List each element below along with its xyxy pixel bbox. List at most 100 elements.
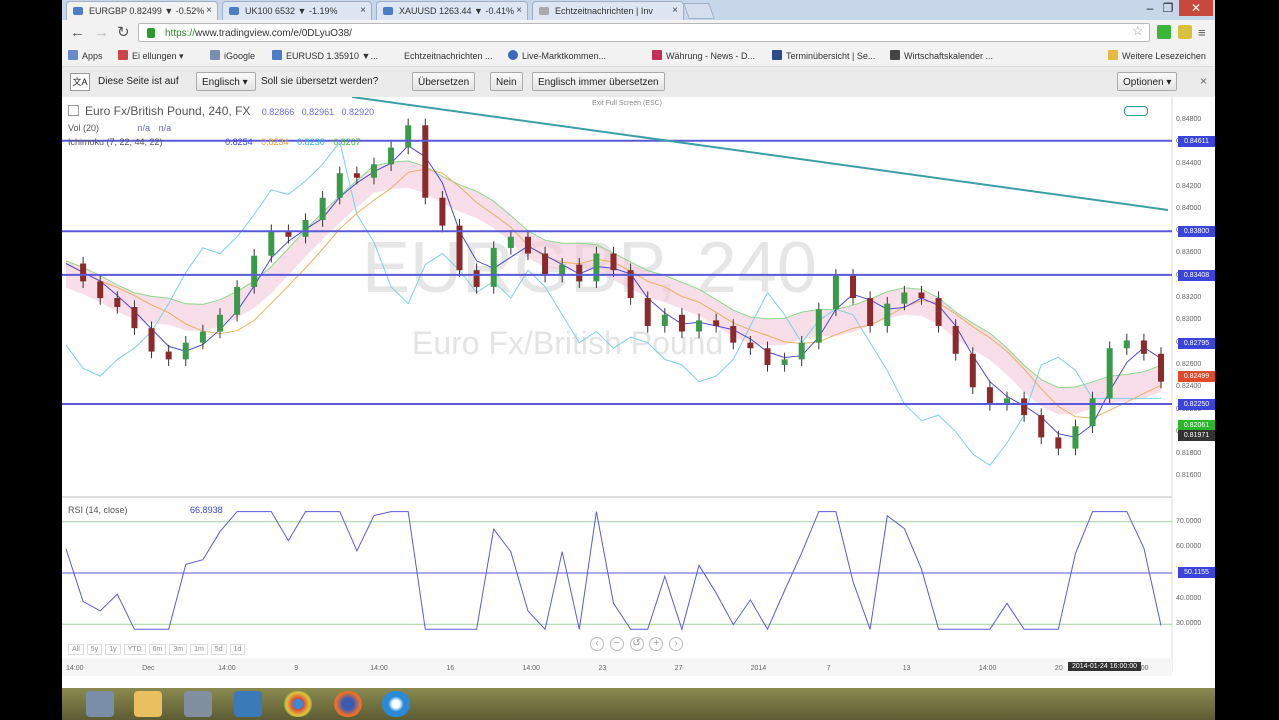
range-button[interactable]: YTD [123, 644, 146, 655]
no-button[interactable]: Nein [490, 72, 523, 91]
always-translate-button[interactable]: Englisch immer übersetzen [532, 72, 665, 91]
translate-prefix: Diese Seite ist auf [98, 76, 179, 87]
maximize-icon[interactable]: ❐ [1158, 0, 1178, 16]
bookmark-star-icon[interactable]: ☆ [1132, 23, 1144, 39]
price-tick-label: 0.83200 [1176, 294, 1202, 302]
chart-canvas[interactable]: EURGBP, 240 Euro Fx/British Pound 14:00D… [62, 97, 1215, 688]
browser-window: EURGBP 0.82499 ▼ -0.52% × UK100 6532 ▼ -… [62, 0, 1215, 688]
window-close-icon[interactable]: ✕ [1179, 0, 1213, 16]
start-icon[interactable] [86, 691, 114, 717]
candle-body [80, 263, 87, 282]
symbol-checkbox[interactable] [68, 105, 79, 116]
scroll-right-icon[interactable]: › [669, 637, 684, 651]
candle-body [952, 325, 959, 354]
tab-eurgbp[interactable]: EURGBP 0.82499 ▼ -0.52% × [66, 1, 218, 20]
candle-body [678, 314, 685, 332]
minimize-icon[interactable]: – [1140, 0, 1160, 16]
new-tab-button[interactable] [683, 3, 715, 19]
candle-body [234, 286, 241, 315]
tab-label: Echtzeitnachrichten | Inv [555, 6, 653, 16]
range-button[interactable]: 5d [210, 644, 227, 655]
time-tick-label: 14:00 [979, 665, 997, 672]
bookmark-termin[interactable]: Terminübersicht | Se... [772, 50, 875, 62]
bookmark-waehrung[interactable]: Währung - News - D... [652, 50, 755, 62]
zoom-out-icon[interactable]: − [609, 637, 624, 651]
tab-strip: EURGBP 0.82499 ▼ -0.52% × UK100 6532 ▼ -… [62, 0, 1215, 20]
candle-body [216, 314, 223, 332]
reload-icon[interactable]: ↻ [117, 24, 130, 42]
tab-uk100[interactable]: UK100 6532 ▼ -1.19% × [222, 1, 372, 20]
range-button[interactable]: 1d [229, 644, 246, 655]
candle-body [1072, 426, 1079, 449]
bookmark-wirtschaft[interactable]: Wirtschaftskalender ... [890, 50, 993, 62]
candle-body [764, 348, 771, 365]
candle-body [644, 298, 651, 326]
bookmark-einstellungen[interactable]: Ei ellungen ▾ [118, 50, 184, 62]
close-icon[interactable]: × [672, 2, 678, 20]
candle-body [524, 236, 531, 254]
extension-icon[interactable] [1157, 25, 1171, 39]
forward-arrow-icon[interactable]: → [94, 24, 109, 42]
range-button[interactable]: 1y [105, 644, 121, 655]
close-icon[interactable]: × [516, 2, 522, 20]
ichimoku-label: Ichimoku (7, 22, 44, 22) [68, 137, 163, 147]
translate-icon[interactable] [1178, 25, 1192, 39]
menu-icon[interactable]: ≡ [1198, 24, 1206, 42]
range-button[interactable]: 5y [86, 644, 103, 655]
scroll-left-icon[interactable]: ‹ [590, 637, 604, 651]
time-tick-label: 9 [294, 665, 298, 672]
bookmark-igoogle[interactable]: iGoogle [210, 50, 255, 62]
candle-body [696, 320, 703, 332]
price-label-box: 0.81971 [1178, 430, 1215, 442]
program-icon[interactable] [234, 691, 262, 717]
language-value: Englisch [202, 77, 240, 88]
bookmark-weitere[interactable]: Weitere Lesezeichen [1108, 50, 1206, 62]
bookmark-eurusd[interactable]: EURUSD 1.35910 ▼... [272, 50, 378, 62]
tab-echtzeitnachrichten[interactable]: Echtzeitnachrichten | Inv × [532, 1, 684, 20]
price-tick-label: 0.81800 [1176, 450, 1202, 458]
close-icon[interactable]: × [360, 2, 366, 20]
translate-button[interactable]: Übersetzen [412, 72, 476, 91]
price-label-box: 0.84611 [1178, 135, 1215, 147]
options-button[interactable]: Optionen ▾ [1117, 72, 1178, 91]
range-button[interactable]: 1m [190, 644, 208, 655]
chrome-icon[interactable] [284, 691, 312, 717]
tab-xauusd[interactable]: XAUUSD 1263.44 ▼ -0.41% × [376, 1, 528, 20]
reset-icon[interactable]: ↺ [629, 637, 644, 651]
range-button[interactable]: 6m [148, 644, 167, 655]
close-icon[interactable]: × [206, 2, 212, 20]
file-explorer-icon[interactable] [134, 691, 162, 717]
fullscreen-toggle-icon[interactable] [1124, 106, 1148, 116]
price-tick-label: 0.82600 [1176, 360, 1202, 368]
price-label-box: 0.82499 [1178, 371, 1215, 383]
rsi-pane [62, 511, 1172, 632]
ichimoku-value: 0.8267 [333, 137, 361, 147]
bookmark-apps[interactable]: Apps [68, 50, 103, 62]
zoom-in-icon[interactable]: + [649, 637, 664, 651]
ohlc-close: 0.82920 [341, 107, 375, 117]
system-clock[interactable] [1197, 692, 1199, 703]
bookmark-live-markt[interactable]: Live-Marktkommen... [508, 50, 606, 62]
program-icon[interactable] [184, 691, 212, 717]
back-arrow-icon[interactable]: ← [70, 24, 85, 42]
candle-body [1038, 415, 1045, 438]
volume-legend: Vol (20) n/a n/a [68, 123, 171, 133]
rsi-tick-label: 70.0000 [1176, 517, 1202, 525]
bookmark-label: Währung - News - D... [666, 51, 756, 61]
close-icon[interactable]: × [1200, 74, 1207, 88]
teamviewer-icon[interactable] [382, 691, 410, 717]
price-label-box: 0.83800 [1178, 226, 1215, 238]
range-button[interactable]: 3m [169, 644, 188, 655]
exit-fullscreen-hint[interactable]: Exit Full Screen (ESC) [592, 100, 662, 107]
firefox-icon[interactable] [334, 691, 362, 717]
candle-body [593, 253, 600, 282]
url-input[interactable]: https://www.tradingview.com/e/0DLyuO38/ [138, 23, 1150, 42]
language-select[interactable]: Englisch ▾ [196, 72, 256, 91]
chart-area[interactable]: EURGBP, 240 Euro Fx/British Pound 14:00D… [62, 97, 1215, 688]
candle-body [473, 270, 480, 287]
bookmark-echtzeit[interactable]: Echtzeitnachrichten ... [404, 50, 493, 62]
candle-body [713, 320, 720, 326]
price-tick-label: 0.84800 [1176, 115, 1202, 123]
range-button[interactable]: All [68, 644, 84, 655]
price-tick-label: 0.81600 [1176, 472, 1202, 480]
